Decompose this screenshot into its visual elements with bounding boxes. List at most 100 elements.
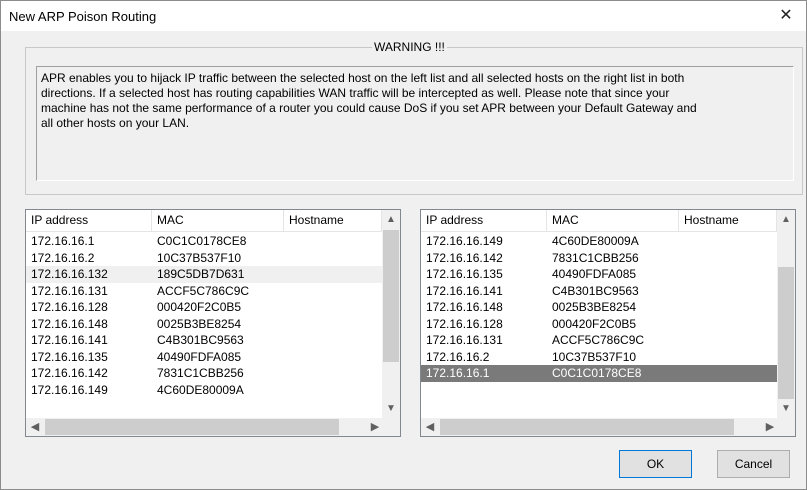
ip-cell: 172.16.16.131 bbox=[426, 333, 503, 347]
host-row[interactable]: 172.16.16.149 4C60DE80009A bbox=[26, 382, 382, 399]
mac-cell: 0025B3BE8254 bbox=[157, 316, 242, 331]
hostname-cell bbox=[284, 332, 382, 349]
warning-line: directions. If a selected host has routi… bbox=[41, 86, 670, 100]
ip-cell: 172.16.16.1 bbox=[31, 234, 95, 248]
ip-cell: 172.16.16.148 bbox=[31, 316, 108, 331]
column-header-hostname[interactable]: Hostname bbox=[284, 210, 382, 232]
host-row[interactable]: 172.16.16.135 40490FDFA085 bbox=[26, 349, 382, 366]
list-rows: 172.16.16.149 4C60DE80009A 172.16.16.142 78… bbox=[421, 233, 777, 382]
ip-cell: 172.16.16.2 bbox=[31, 250, 95, 265]
column-header-ip[interactable]: IP address bbox=[421, 210, 547, 232]
ip-cell: 172.16.16.148 bbox=[426, 300, 503, 314]
host-row[interactable]: 172.16.16.149 4C60DE80009A bbox=[421, 233, 777, 250]
mac-cell: C0C1C0178CE8 bbox=[552, 366, 642, 380]
hostname-cell bbox=[679, 266, 777, 283]
host-row[interactable]: 172.16.16.135 40490FDFA085 bbox=[421, 266, 777, 283]
host-row[interactable]: 172.16.16.2 10C37B537F10 bbox=[26, 250, 382, 267]
host-row[interactable]: 172.16.16.148 0025B3BE8254 bbox=[26, 316, 382, 333]
host-row[interactable]: 172.16.16.142 7831C1CBB256 bbox=[421, 250, 777, 267]
host-row[interactable]: 172.16.16.132 189C5DB7D631 bbox=[26, 266, 382, 283]
vertical-scrollbar[interactable]: ▲ ▼ bbox=[777, 210, 795, 419]
scroll-thumb[interactable] bbox=[440, 419, 735, 435]
ip-cell: 172.16.16.135 bbox=[426, 267, 503, 281]
close-icon[interactable]: ✕ bbox=[766, 1, 806, 31]
hostname-cell bbox=[679, 299, 777, 316]
column-header-mac[interactable]: MAC bbox=[547, 210, 679, 232]
host-row[interactable]: 172.16.16.148 0025B3BE8254 bbox=[421, 299, 777, 316]
scroll-up-icon[interactable]: ▲ bbox=[382, 210, 400, 230]
mac-cell: 10C37B537F10 bbox=[552, 349, 637, 364]
scroll-thumb[interactable] bbox=[383, 230, 399, 362]
hostname-cell bbox=[679, 349, 777, 366]
scroll-thumb[interactable] bbox=[778, 267, 794, 399]
mac-cell: 4C60DE80009A bbox=[157, 382, 244, 397]
host-row[interactable]: 172.16.16.142 7831C1CBB256 bbox=[26, 365, 382, 382]
ip-cell: 172.16.16.142 bbox=[31, 366, 108, 380]
ok-button[interactable]: OK bbox=[619, 450, 692, 478]
target-host-list[interactable]: IP address MAC Hostname 172.16.16.149 4C6… bbox=[420, 209, 796, 437]
scroll-left-icon[interactable]: ◀ bbox=[26, 418, 44, 436]
host-row[interactable]: 172.16.16.1 C0C1C0178CE8 bbox=[26, 233, 382, 250]
host-row[interactable]: 172.16.16.131 ACCF5C786C9C bbox=[26, 283, 382, 300]
mac-cell: C4B301BC9563 bbox=[552, 283, 639, 298]
warning-line: all other hosts on your LAN. bbox=[41, 116, 190, 130]
mac-cell: 0025B3BE8254 bbox=[552, 300, 637, 314]
hostname-cell bbox=[284, 250, 382, 267]
scroll-thumb[interactable] bbox=[45, 419, 340, 435]
scroll-corner bbox=[382, 418, 400, 436]
host-row[interactable]: 172.16.16.128 000420F2C0B5 bbox=[421, 316, 777, 333]
mac-cell: 40490FDFA085 bbox=[552, 267, 637, 281]
ip-cell: 172.16.16.142 bbox=[426, 250, 503, 265]
hostname-cell bbox=[679, 365, 777, 382]
ip-cell: 172.16.16.141 bbox=[31, 333, 108, 347]
warning-line: APR enables you to hijack IP traffic bet… bbox=[41, 71, 685, 85]
host-row[interactable]: 172.16.16.141 C4B301BC9563 bbox=[421, 283, 777, 300]
hostname-cell bbox=[284, 365, 382, 382]
hostname-cell bbox=[284, 283, 382, 300]
hostname-cell bbox=[679, 316, 777, 333]
column-header-hostname[interactable]: Hostname bbox=[679, 210, 777, 232]
ip-cell: 172.16.16.149 bbox=[31, 382, 108, 397]
warning-text: APR enables you to hijack IP traffic bet… bbox=[36, 66, 794, 181]
mac-cell: C0C1C0178CE8 bbox=[157, 234, 247, 248]
mac-cell: 000420F2C0B5 bbox=[552, 316, 637, 331]
warning-line: machine has not the same performance of … bbox=[41, 101, 697, 115]
mac-cell: ACCF5C786C9C bbox=[552, 333, 645, 347]
host-row[interactable]: 172.16.16.1 C0C1C0178CE8 bbox=[421, 365, 777, 382]
horizontal-scrollbar[interactable]: ◀ ▶ bbox=[26, 418, 384, 436]
ip-cell: 172.16.16.149 bbox=[426, 234, 503, 248]
cancel-button[interactable]: Cancel bbox=[717, 450, 790, 478]
hostname-cell bbox=[679, 332, 777, 349]
mac-cell: 7831C1CBB256 bbox=[552, 250, 639, 265]
horizontal-scrollbar[interactable]: ◀ ▶ bbox=[421, 418, 779, 436]
arp-poison-routing-dialog: New ARP Poison Routing ✕ WARNING !!! APR… bbox=[0, 0, 807, 490]
list-header: IP address MAC Hostname bbox=[421, 210, 777, 232]
hostname-cell bbox=[284, 316, 382, 333]
hostname-cell bbox=[284, 349, 382, 366]
hostname-cell bbox=[679, 250, 777, 267]
vertical-scrollbar[interactable]: ▲ ▼ bbox=[382, 210, 400, 419]
column-header-ip[interactable]: IP address bbox=[26, 210, 152, 232]
mac-cell: 10C37B537F10 bbox=[157, 250, 242, 265]
scroll-left-icon[interactable]: ◀ bbox=[421, 418, 439, 436]
warning-legend: WARNING !!! bbox=[372, 40, 447, 54]
mac-cell: 40490FDFA085 bbox=[157, 349, 242, 364]
ip-cell: 172.16.16.141 bbox=[426, 283, 503, 298]
warning-group: WARNING !!! APR enables you to hijack IP… bbox=[25, 40, 803, 195]
window-title: New ARP Poison Routing bbox=[9, 9, 157, 24]
ip-cell: 172.16.16.1 bbox=[426, 366, 490, 380]
host-row[interactable]: 172.16.16.128 000420F2C0B5 bbox=[26, 299, 382, 316]
host-row[interactable]: 172.16.16.131 ACCF5C786C9C bbox=[421, 332, 777, 349]
hostname-cell bbox=[679, 233, 777, 250]
list-rows: 172.16.16.1 C0C1C0178CE8 172.16.16.2 10C37B… bbox=[26, 233, 382, 398]
host-row[interactable]: 172.16.16.2 10C37B537F10 bbox=[421, 349, 777, 366]
list-header: IP address MAC Hostname bbox=[26, 210, 382, 232]
scroll-up-icon[interactable]: ▲ bbox=[777, 210, 795, 230]
column-header-mac[interactable]: MAC bbox=[152, 210, 284, 232]
host-row[interactable]: 172.16.16.141 C4B301BC9563 bbox=[26, 332, 382, 349]
scroll-down-icon[interactable]: ▼ bbox=[777, 399, 795, 419]
hostname-cell bbox=[284, 233, 382, 250]
scroll-down-icon[interactable]: ▼ bbox=[382, 399, 400, 419]
source-host-list[interactable]: IP address MAC Hostname 172.16.16.1 C0C1C… bbox=[25, 209, 401, 437]
ip-cell: 172.16.16.135 bbox=[31, 349, 108, 364]
